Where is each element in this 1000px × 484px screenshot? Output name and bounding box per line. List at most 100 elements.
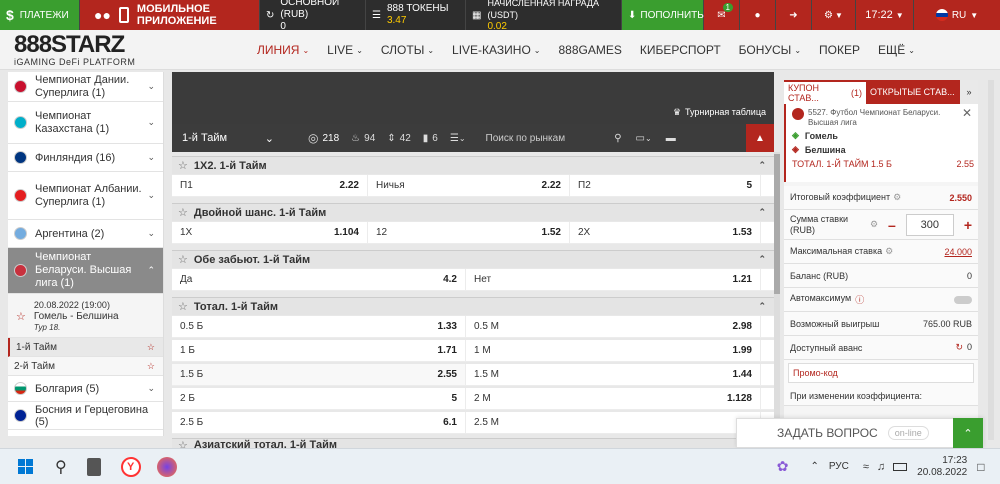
language-selector[interactable]: RU ▼ — [914, 0, 1000, 30]
nav-888games[interactable]: 888GAMES — [549, 43, 630, 57]
windows-start-icon[interactable] — [18, 459, 33, 474]
field-icon[interactable]: ▬ — [666, 133, 676, 144]
markets-scrollbar[interactable] — [774, 152, 780, 448]
close-icon[interactable]: ✕ — [962, 106, 972, 120]
minus-button[interactable]: – — [888, 217, 896, 233]
star-icon[interactable]: ☆ — [178, 439, 188, 448]
period-select[interactable]: 1-й Тайм ⌄ — [172, 124, 284, 152]
firefox-icon[interactable] — [156, 456, 177, 477]
feather-icon[interactable]: ✿ — [777, 458, 789, 475]
filter-all[interactable]: ◎ 218 — [308, 131, 339, 145]
odds-cell[interactable]: 2Х 1.53 — [570, 222, 761, 243]
nav-slots[interactable]: СЛОТЫ ⌄ — [372, 43, 443, 57]
plus-button[interactable]: + — [964, 217, 972, 233]
league-bulgaria[interactable]: Болгария (5) ⌄ — [8, 376, 163, 402]
odds-cell[interactable]: 0.5 М 2.98 — [466, 316, 761, 337]
league-albania[interactable]: Чемпионат Албании. Суперлига (1) ⌄ — [8, 172, 163, 220]
reward-balance[interactable]: ▦ НАЧИСЛЕННАЯ НАГРАДА (USDT) 0.02 — [466, 0, 622, 32]
odds-cell[interactable]: 2.5 М — [466, 412, 761, 433]
odds-cell[interactable]: Да 4.2 — [172, 269, 466, 290]
notification-icon[interactable]: □ — [977, 460, 984, 474]
filter-hot[interactable]: ♨ 94 — [351, 133, 375, 144]
league-kazakhstan[interactable]: Чемпионат Казахстана (1) ⌄ — [8, 102, 163, 144]
star-icon[interactable]: ☆ — [147, 361, 155, 372]
odds-cell-selected[interactable]: 1.5 Б 2.55 — [172, 364, 466, 385]
page-scrollbar[interactable] — [988, 80, 994, 440]
volume-icon[interactable]: ♫ — [877, 461, 885, 473]
gear-icon[interactable]: ⚙ — [893, 192, 901, 203]
calculator-icon[interactable] — [86, 457, 101, 476]
odds-cell[interactable]: 1.5 М 1.44 — [466, 364, 761, 385]
odds-cell[interactable]: П2 5 — [570, 175, 761, 196]
settings-button[interactable]: ⚙ ▼ — [812, 0, 856, 30]
info-icon[interactable]: ⓘ — [855, 293, 864, 306]
nav-live-casino[interactable]: LIVE-КАЗИНО ⌄ — [443, 43, 549, 57]
filter-pinned[interactable]: ▮ 6 — [423, 133, 438, 144]
nav-poker[interactable]: ПОКЕР — [810, 43, 869, 57]
tokens-balance[interactable]: ☰ 888 ТОКЕНЫ 3.47 — [366, 0, 466, 30]
payments-button[interactable]: $ ПЛАТЕЖИ — [0, 0, 80, 30]
stake-input[interactable]: 300 — [905, 213, 954, 236]
chevron-up-icon[interactable]: ⌃ — [953, 418, 983, 448]
nav-more[interactable]: ЕЩЁ ⌄ — [869, 43, 924, 57]
league-bosnia[interactable]: Босния и Герцеговина (5) — [8, 402, 163, 430]
market-search-input[interactable]: Поиск по рынкам ⚲ — [486, 133, 622, 144]
monitor-icon[interactable]: ▭⌄ — [636, 133, 652, 144]
league-argentina[interactable]: Аргентина (2) ⌄ — [8, 220, 163, 248]
time-selector[interactable]: 17:22 ▼ — [856, 0, 914, 30]
nav-live[interactable]: LIVE ⌄ — [318, 43, 372, 57]
period-2nd-half[interactable]: 2-й Тайм ☆ — [8, 357, 163, 376]
standings-link[interactable]: ♛ Турнирная таблица — [673, 107, 766, 118]
battery-icon[interactable] — [893, 462, 908, 471]
ask-question-widget[interactable]: ЗАДАТЬ ВОПРОС on-line ⌃ — [736, 418, 984, 448]
market-header-btts[interactable]: ☆ Обе забьют. 1-й Тайм ⌃ — [172, 250, 774, 268]
logout-button[interactable]: ➜ — [776, 0, 812, 30]
taskbar-clock[interactable]: 17:23 20.08.2022 — [917, 455, 967, 479]
star-icon[interactable]: ☆ — [178, 206, 188, 219]
period-1st-half[interactable]: 1-й Тайм ☆ — [8, 338, 163, 357]
odds-cell[interactable]: Нет 1.21 — [466, 269, 761, 290]
yandex-browser-icon[interactable]: Y — [120, 456, 141, 477]
odds-cell[interactable]: 1 М 1.99 — [466, 340, 761, 361]
market-header-total[interactable]: ☆ Тотал. 1-й Тайм ⌃ — [172, 297, 774, 315]
tab-coupon[interactable]: КУПОН СТАВ... (1) — [784, 80, 866, 104]
profile-button[interactable]: ● — [740, 0, 776, 30]
market-header-asian-total[interactable]: ☆ Азиатский тотал. 1-й Тайм — [172, 438, 774, 448]
market-header-double-chance[interactable]: ☆ Двойной шанс. 1-й Тайм ⌃ — [172, 203, 774, 221]
logo[interactable]: 888STARZ iGAMING DeFi PLATFORM — [14, 33, 154, 68]
odds-cell[interactable]: 12 1.52 — [368, 222, 570, 243]
match-gomel-belshina[interactable]: ☆ 20.08.2022 (19:00) Гомель - Белшина Ту… — [8, 294, 163, 338]
promo-code-input[interactable]: Промо-код — [788, 363, 974, 383]
odds-cell[interactable]: 2.5 Б 6.1 — [172, 412, 466, 433]
star-icon[interactable]: ☆ — [178, 159, 188, 172]
odds-cell[interactable]: Ничья 2.22 — [368, 175, 570, 196]
refresh-icon[interactable]: ↻ — [955, 342, 963, 353]
filter-sort[interactable]: ⇕ 42 — [387, 133, 411, 144]
nav-esports[interactable]: КИБЕРСПОРТ — [631, 43, 730, 57]
star-icon[interactable]: ☆ — [147, 342, 155, 353]
automax-toggle[interactable] — [954, 295, 972, 304]
star-icon[interactable]: ☆ — [16, 310, 26, 323]
nav-line[interactable]: ЛИНИЯ ⌄ — [248, 43, 318, 57]
star-icon[interactable]: ☆ — [178, 300, 188, 313]
wifi-icon[interactable]: ≈ — [863, 461, 869, 473]
mail-button[interactable]: ✉ 1 — [704, 0, 740, 30]
gear-icon[interactable]: ⚙ — [885, 246, 893, 257]
star-icon[interactable]: ☆ — [178, 253, 188, 266]
odds-cell[interactable]: 2 Б5 — [172, 388, 466, 409]
odds-cell[interactable]: 1Х 1.104 — [172, 222, 368, 243]
odds-cell[interactable]: 1 Б 1.71 — [172, 340, 466, 361]
league-finland[interactable]: Финляндия (16) ⌄ — [8, 144, 163, 172]
search-icon[interactable]: ⚲ — [55, 457, 67, 477]
stats-icon[interactable]: ▲ — [746, 124, 774, 152]
list-view-icon[interactable]: ☰⌄ — [450, 133, 466, 144]
deposit-button[interactable]: ⬇ ПОПОЛНИТЬ — [622, 0, 704, 30]
main-balance[interactable]: ↻ ОСНОВНОЙ (RUB) 0 — [260, 0, 366, 32]
odds-cell[interactable]: 2 М 1.128 — [466, 388, 761, 409]
odds-cell[interactable]: П1 2.22 — [172, 175, 368, 196]
chevron-up-icon[interactable]: ⌃ — [810, 461, 818, 472]
nav-bonuses[interactable]: БОНУСЫ ⌄ — [730, 43, 810, 57]
league-belarus[interactable]: Чемпионат Беларуси. Высшая лига (1) ⌃ — [8, 248, 163, 294]
league-denmark[interactable]: Чемпионат Дании. Суперлига (1) ⌄ — [8, 72, 163, 102]
chevron-right-icon[interactable]: » — [960, 87, 978, 97]
